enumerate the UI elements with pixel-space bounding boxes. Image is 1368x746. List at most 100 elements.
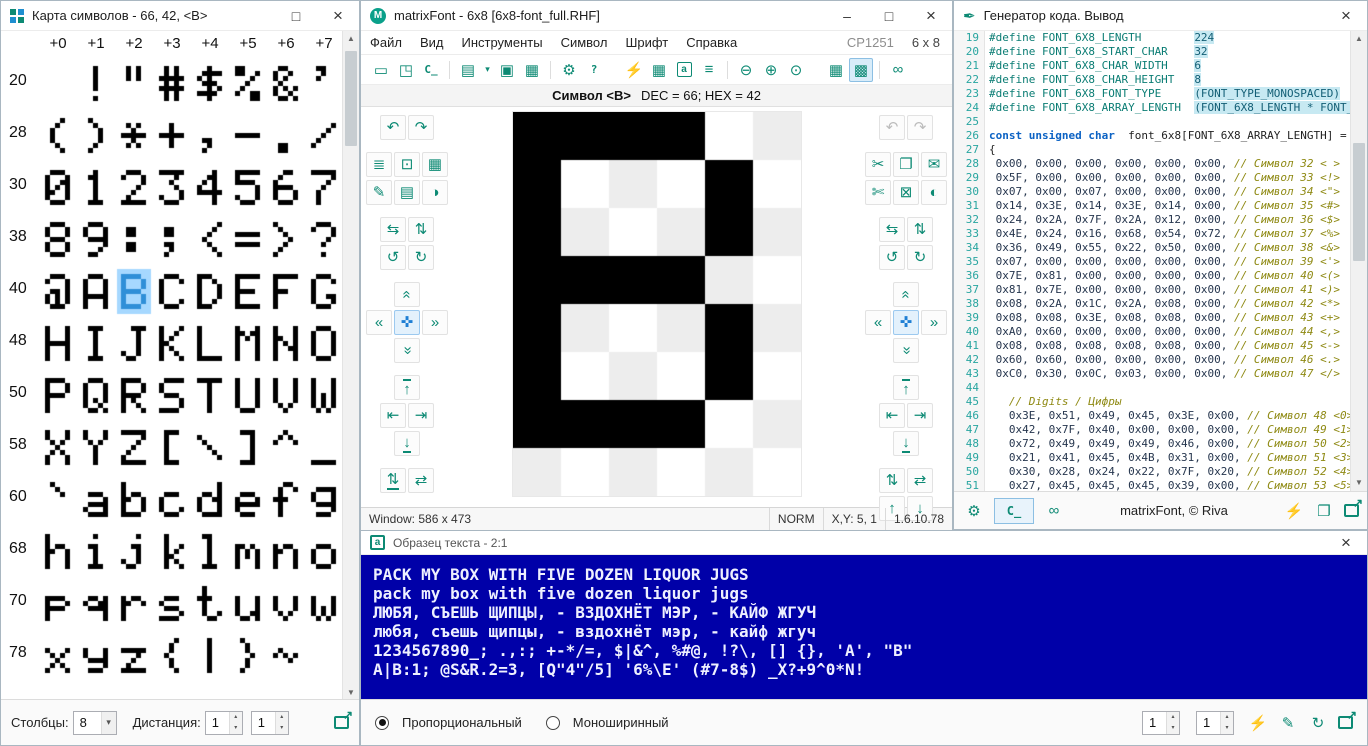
zoom-actual-icon[interactable]: ⊙ xyxy=(784,58,808,82)
shift-right-icon[interactable]: » xyxy=(422,310,448,335)
glyph-editor-canvas[interactable] xyxy=(512,111,802,497)
spinner-down-icon[interactable]: ▾ xyxy=(276,723,288,734)
spinner-down-icon[interactable]: ▾ xyxy=(1167,723,1179,734)
move-left-icon[interactable]: ⇤ xyxy=(879,403,905,428)
crop-icon[interactable]: ⊡ xyxy=(394,152,420,177)
insert-line-icon[interactable]: ≣ xyxy=(366,152,392,177)
distance-y-spinner[interactable]: 1 ▴▾ xyxy=(251,711,289,735)
move-top-icon[interactable]: ↑ xyxy=(394,375,420,400)
menu-item[interactable]: Вид xyxy=(411,31,453,55)
spinner-up-icon[interactable]: ▴ xyxy=(1167,712,1179,723)
flip-vertical-icon[interactable]: ⇅ xyxy=(380,468,406,493)
mirror-horizontal-icon[interactable]: ⇆ xyxy=(380,217,406,242)
mirror-horizontal-icon[interactable]: ⇆ xyxy=(879,217,905,242)
maximize-button[interactable]: □ xyxy=(275,1,317,30)
move-left-icon[interactable]: ⇤ xyxy=(380,403,406,428)
scroll-up-icon[interactable]: ▲ xyxy=(343,31,359,47)
save-as-icon[interactable]: ▦ xyxy=(520,58,544,82)
shift-up-icon[interactable]: « xyxy=(893,282,919,307)
save-icon[interactable]: ▣ xyxy=(495,58,519,82)
spinner-down-icon[interactable]: ▾ xyxy=(1221,723,1233,734)
charmap-grid[interactable] xyxy=(39,57,343,681)
monospaced-radio[interactable] xyxy=(546,716,560,730)
zoom-out-icon[interactable]: ⊖ xyxy=(734,58,758,82)
move-top-icon[interactable]: ↑ xyxy=(893,375,919,400)
minimize-button[interactable]: – xyxy=(826,1,868,30)
shift-down-icon[interactable]: « xyxy=(394,338,420,363)
flip-vertical-icon[interactable]: ⇅ xyxy=(879,468,905,493)
settings-icon[interactable]: ⚙ xyxy=(557,58,581,82)
menu-item[interactable]: Шрифт xyxy=(616,31,677,55)
spinner-up-icon[interactable]: ▴ xyxy=(1221,712,1233,723)
invert-icon[interactable]: ◑ xyxy=(422,180,448,205)
spinner-up-icon[interactable]: ▴ xyxy=(230,712,242,723)
pixel-grid-icon[interactable]: ▩ xyxy=(849,58,873,82)
generate-code-icon[interactable]: ⚡ xyxy=(1282,499,1306,523)
undo-icon[interactable]: ↶ xyxy=(380,115,406,140)
charmap-scrollbar[interactable]: ▲ ▼ xyxy=(342,31,359,701)
shift-left-icon[interactable]: « xyxy=(366,310,392,335)
spinner-down-icon[interactable]: ▾ xyxy=(230,723,242,734)
fill-icon[interactable]: ▤ xyxy=(394,180,420,205)
paste-icon[interactable]: ✉ xyxy=(921,152,947,177)
codegen-scrollbar[interactable]: ▲ ▼ xyxy=(1350,31,1367,491)
open-icon[interactable]: ▤ xyxy=(456,58,480,82)
charmap-window-icon[interactable]: ▦ xyxy=(647,58,671,82)
sample-y-spinner[interactable]: 1 ▴▾ xyxy=(1196,711,1234,735)
generate-icon[interactable]: ⚡ xyxy=(1246,711,1270,735)
mirror-vertical-icon[interactable]: ⇅ xyxy=(408,217,434,242)
flip-horizontal-icon[interactable]: ⇄ xyxy=(907,468,933,493)
scroll-up-icon[interactable]: ▲ xyxy=(1351,31,1367,47)
export-icon[interactable] xyxy=(1344,504,1359,517)
maximize-button[interactable]: □ xyxy=(868,1,910,30)
export-icon[interactable] xyxy=(334,716,349,729)
sample-x-spinner[interactable]: 1 ▴▾ xyxy=(1142,711,1180,735)
tab-c-language[interactable]: C_ xyxy=(994,498,1034,524)
new-font-icon[interactable]: ▭ xyxy=(369,58,393,82)
export-icon[interactable] xyxy=(1338,716,1353,729)
move-bottom-icon[interactable]: ↓ xyxy=(893,431,919,456)
shift-down-icon[interactable]: « xyxy=(893,338,919,363)
refresh-icon[interactable]: ↻ xyxy=(1306,711,1330,735)
chevron-down-icon[interactable]: ▾ xyxy=(101,712,116,734)
move-mode-icon[interactable]: ✜ xyxy=(394,310,420,335)
menu-item[interactable]: Файл xyxy=(361,31,411,55)
open-recent-icon[interactable]: ▾ xyxy=(481,58,494,82)
close-button[interactable]: × xyxy=(910,1,952,30)
rotate-left-icon[interactable]: ↺ xyxy=(380,245,406,270)
spinner-up-icon[interactable]: ▴ xyxy=(276,712,288,723)
close-button[interactable]: × xyxy=(1325,531,1367,554)
close-button[interactable]: × xyxy=(1325,1,1367,30)
columns-select[interactable]: 8 ▾ xyxy=(73,711,117,735)
scroll-down-icon[interactable]: ▼ xyxy=(1351,475,1367,491)
help-icon[interactable]: ? xyxy=(582,58,606,82)
move-bottom-icon[interactable]: ↓ xyxy=(394,431,420,456)
flip-horizontal-icon[interactable]: ⇄ xyxy=(408,468,434,493)
redo-icon[interactable]: ↷ xyxy=(907,115,933,140)
redo-icon[interactable]: ↷ xyxy=(408,115,434,140)
distance-x-spinner[interactable]: 1 ▴▾ xyxy=(205,711,243,735)
link-icon[interactable]: ∞ xyxy=(1042,499,1066,523)
pencil-icon[interactable]: ✎ xyxy=(366,180,392,205)
rotate-left-icon[interactable]: ↺ xyxy=(879,245,905,270)
clear-icon[interactable]: ⊠ xyxy=(893,180,919,205)
gear-icon[interactable]: ⚙ xyxy=(962,499,986,523)
proportional-radio[interactable] xyxy=(375,716,389,730)
autosize-icon[interactable]: ▦ xyxy=(422,152,448,177)
sample-window-icon[interactable]: a xyxy=(672,58,696,82)
rotate-right-icon[interactable]: ↻ xyxy=(408,245,434,270)
scrollbar-thumb[interactable] xyxy=(1353,143,1365,261)
link-icon[interactable]: ∞ xyxy=(886,58,910,82)
edit-icon[interactable]: ✎ xyxy=(1276,711,1300,735)
menu-item[interactable]: Инструменты xyxy=(453,31,552,55)
cut-icon[interactable]: ✂ xyxy=(865,152,891,177)
rotate-right-icon[interactable]: ↻ xyxy=(907,245,933,270)
mirror-vertical-icon[interactable]: ⇅ xyxy=(907,217,933,242)
code-generator-icon[interactable]: C_ xyxy=(419,58,443,82)
invert-icon[interactable]: ◐ xyxy=(921,180,947,205)
shift-right-icon[interactable]: » xyxy=(921,310,947,335)
shift-left-icon[interactable]: « xyxy=(865,310,891,335)
menu-item[interactable]: Символ xyxy=(552,31,617,55)
shift-up-icon[interactable]: « xyxy=(394,282,420,307)
move-mode-icon[interactable]: ✜ xyxy=(893,310,919,335)
